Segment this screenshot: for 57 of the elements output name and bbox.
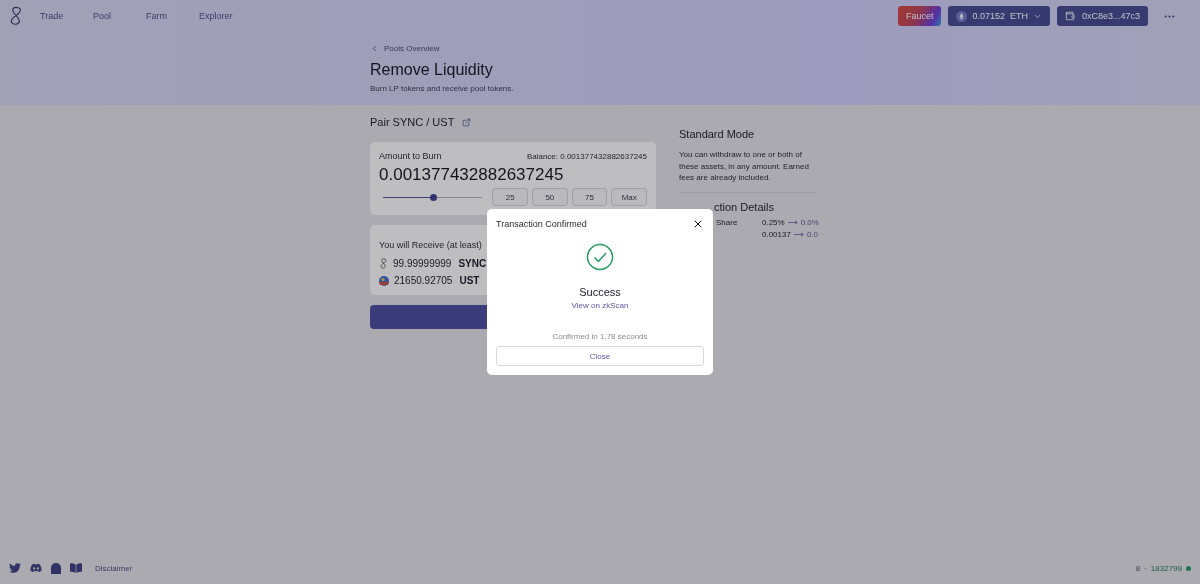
disclaimer-link[interactable]: Disclaimer [95, 563, 133, 573]
wallet-button[interactable]: 0xC8e3...47c3 [1056, 6, 1148, 26]
close-icon[interactable] [692, 218, 704, 230]
receive-title: You will Receive (at least) [379, 240, 482, 250]
detail-value: 0.25% [762, 217, 785, 227]
preset-button[interactable]: 50 [532, 188, 568, 206]
nav-link[interactable]: Farm [146, 11, 199, 21]
info-title: Standard Mode [679, 128, 756, 140]
amount-field[interactable]: 0.001377432882637245 [379, 165, 647, 185]
detail-value: 0.0 [806, 229, 819, 239]
balance-button[interactable]: 0.07152 ETH [948, 6, 1050, 26]
page-title: Remove Liquidity [370, 61, 494, 79]
preset-button[interactable]: Max [611, 188, 647, 206]
arrow-icon [787, 219, 798, 225]
amount-label: Amount to Burn [379, 151, 442, 161]
nav-link[interactable]: Trade [40, 11, 93, 21]
slider-thumb[interactable] [429, 193, 437, 201]
preset-button[interactable]: 25 [492, 188, 529, 206]
back-link[interactable]: Pools Overview [370, 44, 817, 53]
confirmation-time: Confirmed in 1.78 seconds [552, 332, 648, 341]
detail-value: 0.0% [800, 217, 819, 227]
zkscan-link[interactable]: View on zkScan [571, 301, 629, 310]
check-circle-icon [586, 243, 614, 271]
globe-icon [379, 275, 389, 286]
token-symbol: SYNC [458, 258, 487, 269]
separator-text: · [1144, 563, 1147, 573]
close-button[interactable]: Close [496, 346, 704, 366]
pair-title: Pair SYNC / UST [370, 116, 455, 128]
token-amount: 99.99999999 [393, 258, 452, 269]
network-id: 8 [1135, 563, 1141, 573]
details-title: ction Details [714, 200, 775, 213]
nav-link[interactable]: Explorer [199, 11, 252, 21]
dialog-title: Transaction Confirmed [496, 219, 587, 229]
wallet-icon [1064, 11, 1075, 21]
chevron-left-icon [370, 44, 379, 53]
external-link-icon[interactable] [462, 117, 472, 127]
detail-value: 0.00137 [762, 229, 791, 239]
status-dot [1186, 565, 1191, 571]
logo-icon[interactable] [8, 6, 24, 26]
info-text: You can withdraw to one or both of these assets, in any amount. Earned fees are already included. [679, 149, 810, 184]
token-symbol: UST [459, 275, 480, 286]
faucet-button[interactable]: Faucet [897, 6, 942, 26]
arrow-icon [793, 231, 804, 237]
balance-text: Balance: 0.001377432882637245 [526, 151, 647, 161]
block-number: 1832799 [1150, 563, 1182, 573]
twitter-icon[interactable] [9, 562, 21, 574]
nav-link[interactable]: Pool [93, 11, 146, 21]
token-amount: 21650.92705 [394, 275, 453, 286]
discord-icon[interactable] [30, 562, 42, 574]
page-subtitle: Burn LP tokens and receive pool tokens. [370, 84, 515, 93]
book-icon[interactable] [70, 562, 82, 574]
ethereum-icon [956, 10, 968, 22]
success-text: Success [579, 286, 621, 298]
loop-icon [379, 258, 388, 269]
preset-button[interactable]: 75 [571, 188, 608, 206]
ghost-icon[interactable] [51, 562, 61, 574]
detail-label: Share [716, 217, 739, 227]
